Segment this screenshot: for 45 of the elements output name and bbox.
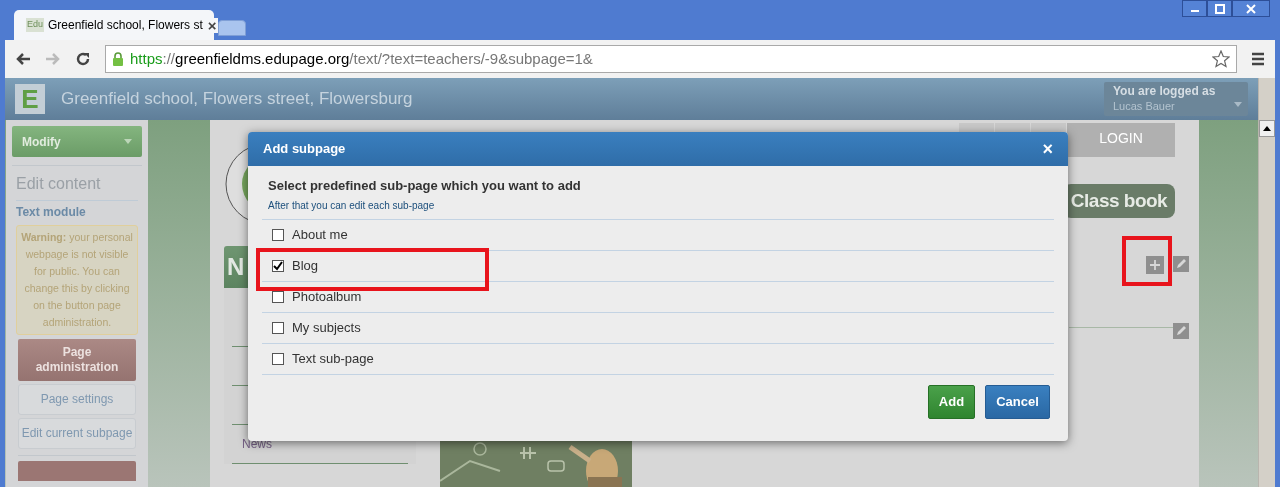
back-icon[interactable] [15, 52, 31, 66]
url-host: greenfieldms.edupage.org [175, 49, 350, 67]
tab-close-button[interactable]: × [206, 17, 218, 33]
section-title: Edit content [15, 174, 102, 194]
reload-icon[interactable] [75, 51, 91, 67]
menu-icon[interactable] [1251, 52, 1265, 66]
scroll-up-icon[interactable] [1263, 126, 1271, 131]
option-row[interactable]: About me [262, 219, 1054, 251]
warning-message: Warning: your personal webpage is not visible for public. You can change this by clicking on the button page administration. [16, 225, 138, 335]
user-menu[interactable]: You are logged as Lucas Bauer [1104, 82, 1248, 116]
cancel-button[interactable]: Cancel [985, 384, 1050, 419]
checkbox[interactable] [272, 321, 284, 334]
caret-icon [1234, 102, 1242, 107]
dialog-hint: After that you can edit each sub-page [267, 198, 436, 213]
module-title: Text module [15, 204, 87, 221]
page-administration-button[interactable]: Page administration [18, 339, 136, 381]
tab-title: Greenfield school, Flowers st [48, 17, 203, 34]
close-button[interactable]: × [1042, 140, 1053, 158]
highlight-frame [1122, 236, 1172, 286]
user-name: Lucas Bauer [1113, 99, 1175, 113]
option-row[interactable]: Blog [262, 250, 1054, 282]
option-row[interactable]: My subjects [262, 312, 1054, 344]
close-icon[interactable] [1232, 0, 1270, 17]
url-scheme: https [130, 49, 163, 67]
bookmark-star-icon[interactable] [1212, 50, 1230, 68]
minimize-icon[interactable] [1182, 0, 1207, 17]
add-button[interactable]: Add [928, 384, 975, 419]
checkbox[interactable] [272, 259, 284, 272]
maximize-icon[interactable] [1207, 0, 1232, 17]
favicon: Edu [26, 18, 44, 32]
address-bar[interactable]: https://greenfieldms.edupage.org/text/?text=teachers/-9&subpage=1& [105, 45, 1237, 73]
option-row[interactable]: Photoalbum [262, 281, 1054, 313]
url-path: /text/?text=teachers/-9&subpage=1& [349, 49, 593, 67]
checkbox[interactable] [272, 228, 284, 241]
dialog-heading: Select predefined sub-page which you want to add [267, 177, 582, 195]
dialog-title: Add subpage [263, 140, 346, 159]
lock-icon [112, 52, 124, 66]
option-row[interactable]: Text sub-page [262, 343, 1054, 375]
login-label: You are logged as [1113, 84, 1217, 99]
scrollbar[interactable] [1258, 78, 1275, 487]
site-title: Greenfield school, Flowers street, Flowersburg [61, 88, 413, 111]
url-separator: :// [162, 49, 176, 67]
checkbox[interactable] [272, 352, 284, 365]
nav-heading: N [227, 255, 245, 279]
caret-icon [124, 139, 132, 144]
